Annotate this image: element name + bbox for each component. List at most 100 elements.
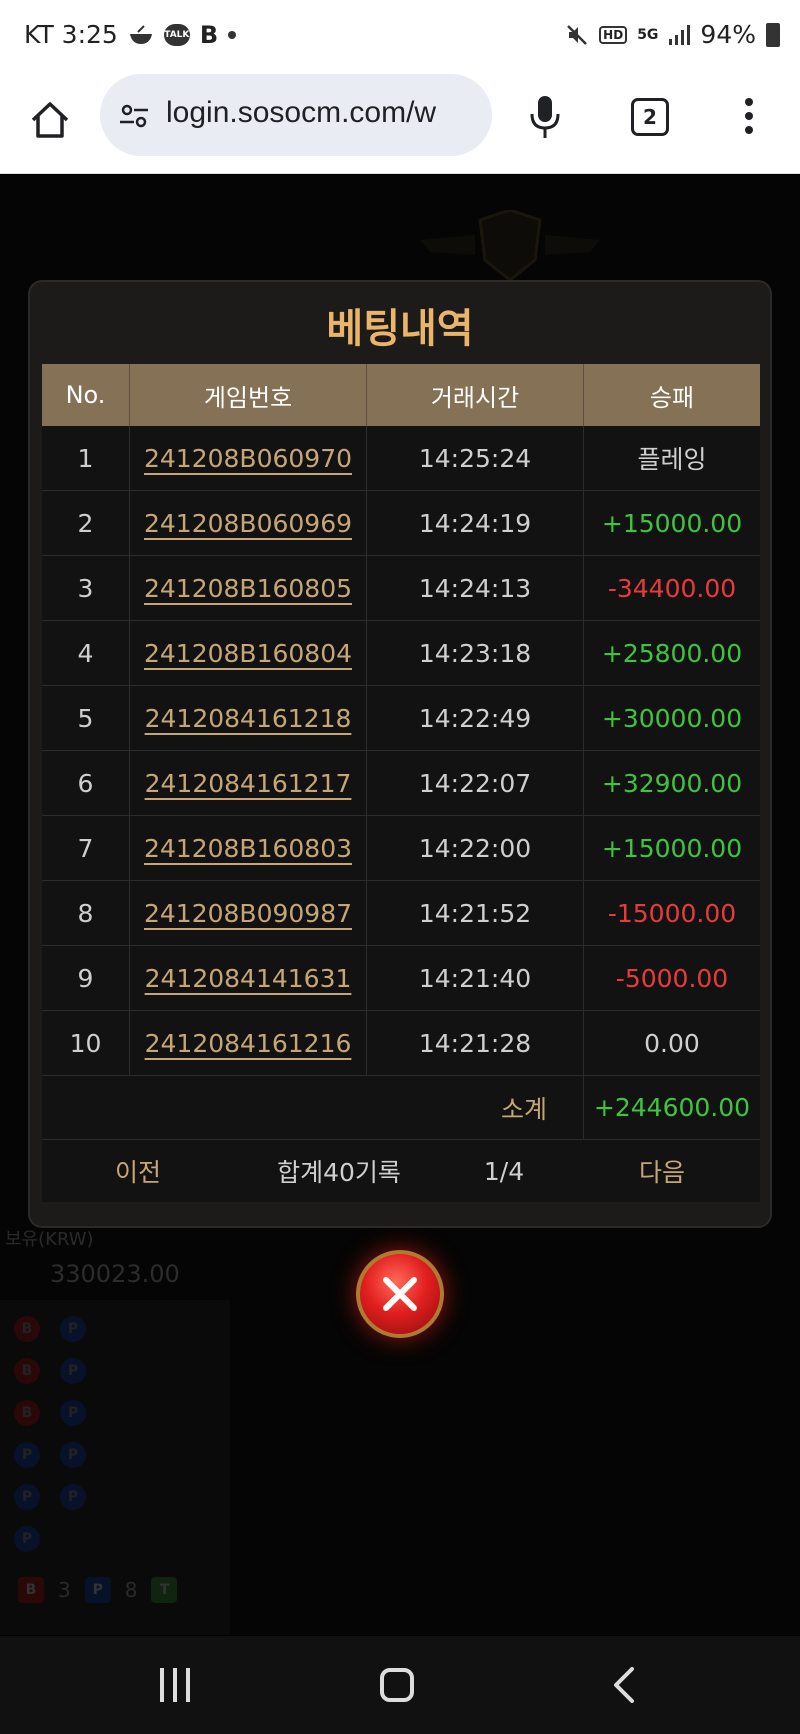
cell-game-number: 2412084161218 <box>130 686 367 750</box>
cell-game-number: 2412084161216 <box>130 1011 367 1075</box>
pagination: 이전 합계40기록 1/4 다음 <box>42 1140 760 1202</box>
subtotal-label: 소계 <box>42 1076 584 1139</box>
cell-result: -5000.00 <box>615 963 729 993</box>
page-indicator: 1/4 <box>483 1156 525 1186</box>
status-bar: KT 3:25 TALK B HD 5G 94% <box>0 0 800 74</box>
cell-trade-time: 14:22:00 <box>367 816 584 880</box>
home-icon[interactable] <box>28 98 72 142</box>
cell-result: -15000.00 <box>607 898 737 928</box>
cell-no: 3 <box>42 556 130 620</box>
game-number-link[interactable]: 241208B160805 <box>144 574 352 603</box>
header-game-number: 게임번호 <box>130 364 367 426</box>
prev-page-button[interactable]: 이전 <box>42 1153 234 1189</box>
legend-player-count: 8 <box>124 1578 138 1602</box>
road-dot-banker: B <box>14 1316 40 1342</box>
nav-home-icon[interactable] <box>380 1668 414 1702</box>
header-result: 승패 <box>649 383 695 412</box>
cell-game-number: 241208B160805 <box>130 556 367 620</box>
site-settings-icon[interactable] <box>118 100 150 132</box>
game-number-link[interactable]: 241208B060969 <box>144 509 352 538</box>
balance-label: 보유(KRW) <box>5 1229 94 1250</box>
signal-icon <box>668 24 691 46</box>
cell-no: 7 <box>42 816 130 880</box>
road-dot-player: P <box>60 1400 86 1426</box>
cell-game-number: 241208B090987 <box>130 881 367 945</box>
game-number-link[interactable]: 2412084141631 <box>145 964 352 993</box>
road-dot-player: P <box>14 1526 40 1552</box>
cell-no: 1 <box>42 426 130 490</box>
modal-title: 베팅내역 <box>326 306 474 352</box>
cell-trade-time: 14:22:49 <box>367 686 584 750</box>
betting-history-table: No. 게임번호 거래시간 승패 1 241208B060970 14:25:24 플… <box>42 364 760 1202</box>
total-records: 합계40기록 <box>277 1158 401 1187</box>
hd-voice-icon: HD <box>599 25 628 44</box>
back-icon[interactable] <box>610 1666 640 1704</box>
tab-switcher-button[interactable]: 2 <box>631 98 669 136</box>
cell-result: 0.00 <box>644 1028 700 1058</box>
road-legend: B 3 P 8 T <box>18 1577 178 1603</box>
address-bar[interactable]: login.sosocm.com/w <box>100 74 492 156</box>
cell-trade-time: 14:21:40 <box>367 946 584 1010</box>
road-dot-banker: B <box>14 1358 40 1384</box>
cell-trade-time: 14:22:07 <box>367 751 584 815</box>
cell-trade-time: 14:24:19 <box>367 491 584 555</box>
game-number-link[interactable]: 2412084161218 <box>145 704 352 733</box>
cell-no: 2 <box>42 491 130 555</box>
next-page-button[interactable]: 다음 <box>564 1153 760 1189</box>
more-menu-icon[interactable] <box>744 98 754 138</box>
subtotal-value: +244600.00 <box>593 1093 751 1122</box>
road-dot-player: P <box>60 1484 86 1510</box>
road-dot-player: P <box>14 1442 40 1468</box>
recent-apps-icon[interactable] <box>160 1668 190 1702</box>
close-modal-button[interactable] <box>356 1250 444 1338</box>
game-number-link[interactable]: 241208B160804 <box>144 639 352 668</box>
cell-game-number: 241208B060970 <box>130 426 367 490</box>
b-app-icon: B <box>199 20 219 49</box>
mute-icon <box>565 23 589 47</box>
table-row: 6 2412084161217 14:22:07 +32900.00 <box>42 751 760 816</box>
microphone-icon[interactable] <box>528 94 562 140</box>
subtotal-row: 소계 +244600.00 <box>42 1076 760 1140</box>
kakaotalk-icon: TALK <box>163 23 190 46</box>
system-nav-bar <box>0 1636 800 1734</box>
cell-result: +15000.00 <box>601 508 743 538</box>
table-row: 10 2412084161216 14:21:28 0.00 <box>42 1011 760 1076</box>
browser-toolbar: login.sosocm.com/w 2 <box>0 74 800 174</box>
road-dot-banker: B <box>14 1400 40 1426</box>
cell-game-number: 241208B160804 <box>130 621 367 685</box>
carrier-time: KT 3:25 <box>24 20 118 49</box>
url-text: login.sosocm.com/w <box>166 96 437 129</box>
header-no: No. <box>42 364 130 426</box>
cell-result: +25800.00 <box>601 638 743 668</box>
game-number-link[interactable]: 241208B090987 <box>144 899 352 928</box>
legend-tie-badge: T <box>151 1577 178 1603</box>
game-number-link[interactable]: 241208B060970 <box>144 444 352 473</box>
road-dot-player: P <box>60 1316 86 1342</box>
game-logo-icon <box>420 210 600 282</box>
table-row: 4 241208B160804 14:23:18 +25800.00 <box>42 621 760 686</box>
road-dot-player: P <box>60 1358 86 1384</box>
cell-no: 4 <box>42 621 130 685</box>
network-5g-icon: 5G <box>637 26 659 43</box>
legend-player-badge: P <box>84 1577 111 1603</box>
game-number-link[interactable]: 241208B160803 <box>144 834 352 863</box>
table-row: 7 241208B160803 14:22:00 +15000.00 <box>42 816 760 881</box>
cell-trade-time: 14:21:52 <box>367 881 584 945</box>
table-row: 3 241208B160805 14:24:13 -34400.00 <box>42 556 760 621</box>
cell-result: -34400.00 <box>607 573 737 603</box>
close-icon <box>383 1277 417 1311</box>
game-number-link[interactable]: 2412084161216 <box>145 1029 352 1058</box>
betting-history-modal: 베팅내역 No. 게임번호 거래시간 승패 1 241208B060970 14:2… <box>30 282 770 1226</box>
table-row: 1 241208B060970 14:25:24 플레잉 <box>42 426 760 491</box>
table-row: 2 241208B060969 14:24:19 +15000.00 <box>42 491 760 556</box>
header-trade-time: 거래시간 <box>367 364 584 426</box>
bowl-icon <box>128 24 154 46</box>
cell-trade-time: 14:23:18 <box>367 621 584 685</box>
balance-value: 330023.00 <box>50 1260 180 1288</box>
cell-game-number: 241208B160803 <box>130 816 367 880</box>
battery-icon <box>766 22 780 47</box>
table-row: 5 2412084161218 14:22:49 +30000.00 <box>42 686 760 751</box>
table-row: 9 2412084141631 14:21:40 -5000.00 <box>42 946 760 1011</box>
game-number-link[interactable]: 2412084161217 <box>145 769 352 798</box>
cell-no: 6 <box>42 751 130 815</box>
